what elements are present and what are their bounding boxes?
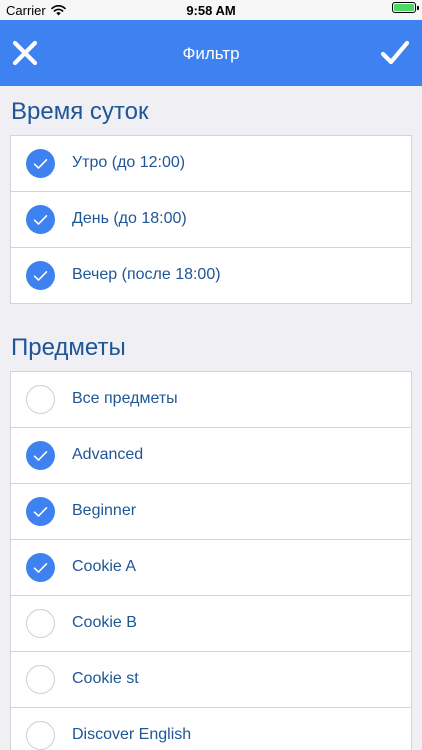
list-item-label: Cookie B — [72, 614, 137, 631]
battery-icon — [392, 2, 419, 13]
checkmark-icon — [33, 506, 48, 517]
list-item-label: Beginner — [72, 502, 137, 519]
list-item-cookie-b[interactable]: Cookie B — [11, 595, 411, 651]
filter-content: Время суток Утро (до 12:00) День (до 18:… — [0, 86, 422, 750]
list-item-label: День (до 18:00) — [72, 210, 187, 227]
checkmark-icon — [380, 40, 410, 65]
list-item-label: Discover English — [72, 726, 192, 743]
checkmark-icon — [33, 158, 48, 169]
time-of-day-list: Утро (до 12:00) День (до 18:00) Вечер (п… — [10, 135, 412, 304]
checkmark-icon — [33, 270, 48, 281]
checkbox-unchecked-icon[interactable] — [26, 721, 55, 750]
list-item-label: Все предметы — [72, 390, 178, 407]
subjects-list: Все предметы Advanced Beginner Cookie A — [10, 371, 412, 750]
list-item-label: Advanced — [72, 446, 144, 463]
battery-cap — [417, 6, 419, 10]
battery-level — [394, 4, 414, 11]
list-item-morning[interactable]: Утро (до 12:00) — [11, 136, 411, 191]
checkbox-unchecked-icon[interactable] — [26, 609, 55, 638]
checkmark-icon — [33, 562, 48, 573]
list-item-beginner[interactable]: Beginner — [11, 483, 411, 539]
status-time: 9:58 AM — [186, 3, 236, 18]
section-title-time-of-day: Время суток — [11, 98, 149, 125]
checkbox-checked-icon[interactable] — [26, 261, 55, 290]
list-item-advanced[interactable]: Advanced — [11, 427, 411, 483]
list-item-discover-english[interactable]: Discover English — [11, 707, 411, 750]
checkmark-icon — [33, 214, 48, 225]
list-item-label: Cookie st — [72, 670, 139, 687]
page-title: Фильтр — [182, 44, 240, 63]
checkbox-unchecked-icon[interactable] — [26, 665, 55, 694]
status-bar: Carrier 9:58 AM — [0, 0, 422, 20]
list-item-cookie-a[interactable]: Cookie A — [11, 539, 411, 595]
list-item-evening[interactable]: Вечер (после 18:00) — [11, 247, 411, 303]
checkbox-checked-icon[interactable] — [26, 441, 55, 470]
navigation-bar: Фильтр — [0, 20, 422, 86]
status-right — [392, 2, 419, 13]
checkbox-unchecked-icon[interactable] — [26, 385, 55, 414]
checkbox-checked-icon[interactable] — [26, 205, 55, 234]
confirm-button[interactable] — [376, 34, 414, 72]
list-item-day[interactable]: День (до 18:00) — [11, 191, 411, 247]
list-item-all-subjects[interactable]: Все предметы — [11, 372, 411, 427]
list-item-label: Вечер (после 18:00) — [72, 266, 221, 283]
list-item-label: Утро (до 12:00) — [72, 154, 186, 171]
list-item-label: Cookie A — [72, 558, 137, 575]
list-item-cookie-st[interactable]: Cookie st — [11, 651, 411, 707]
checkmark-icon — [33, 450, 48, 461]
section-title-subjects: Предметы — [11, 334, 126, 361]
checkbox-checked-icon[interactable] — [26, 553, 55, 582]
filter-screen: Carrier 9:58 AM Фильтр Время суток Утро … — [0, 0, 422, 750]
checkbox-checked-icon[interactable] — [26, 149, 55, 178]
checkbox-checked-icon[interactable] — [26, 497, 55, 526]
